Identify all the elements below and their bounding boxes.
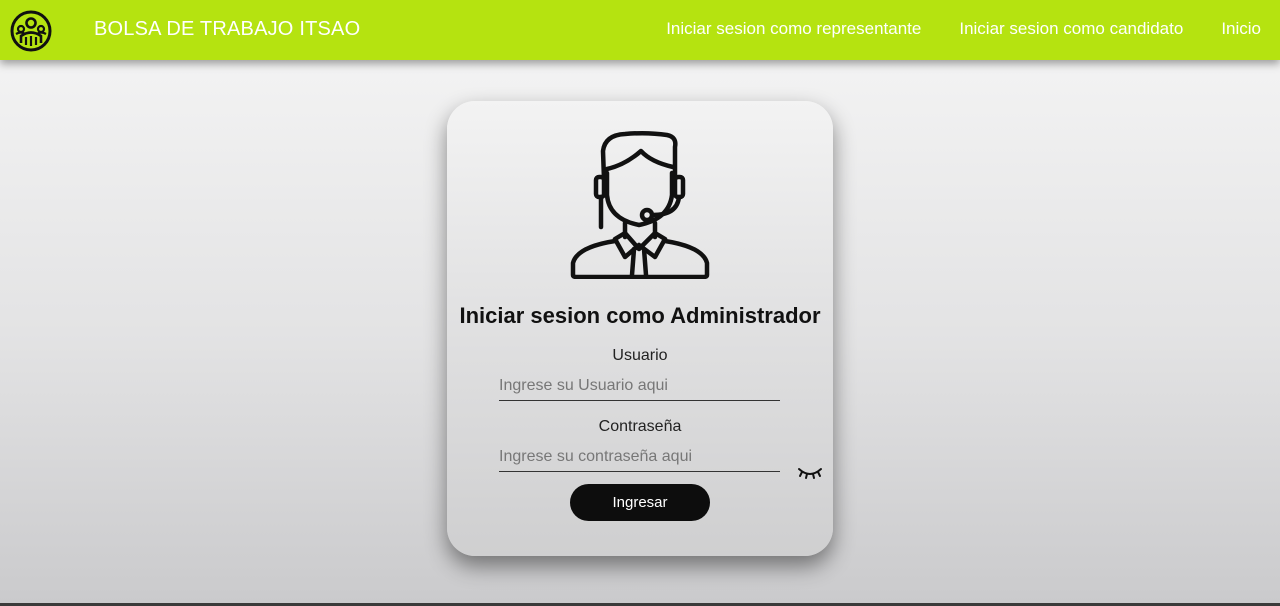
page-title: Iniciar sesion como Administrador [459, 303, 821, 328]
nav-link-inicio[interactable]: Inicio [1221, 19, 1261, 39]
nav-link-candidato[interactable]: Iniciar sesion como candidato [959, 19, 1183, 39]
support-agent-icon [570, 130, 710, 279]
eye-closed-icon[interactable] [797, 463, 823, 481]
navbar: BOLSA DE TRABAJO ITSAO Iniciar sesion co… [0, 0, 1280, 60]
password-input[interactable] [499, 443, 780, 472]
nav-link-representante[interactable]: Iniciar sesion como representante [666, 19, 921, 39]
site-title: BOLSA DE TRABAJO ITSAO [94, 18, 361, 40]
nav-links: Iniciar sesion como representante Inicia… [666, 19, 1261, 39]
people-group-icon[interactable] [10, 10, 52, 52]
password-label: Contraseña [598, 418, 682, 435]
login-button[interactable]: Ingresar [570, 484, 710, 521]
login-card: Iniciar sesion como Administrador Usuari… [447, 101, 833, 556]
username-input[interactable] [499, 372, 780, 401]
username-label: Usuario [612, 347, 668, 364]
